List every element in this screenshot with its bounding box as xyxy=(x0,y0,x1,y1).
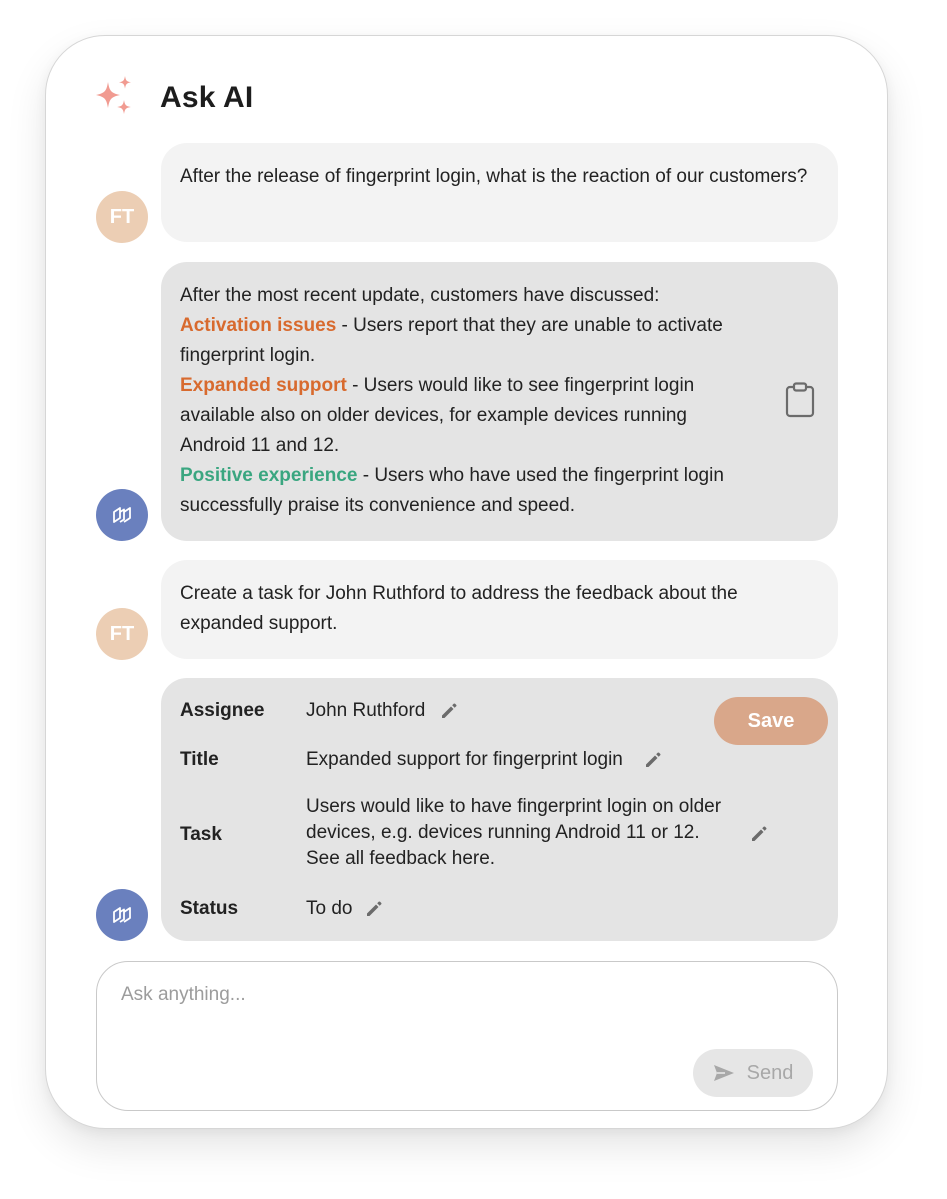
edit-pencil-icon[interactable] xyxy=(643,750,663,770)
ask-ai-panel: Ask AI After the release of fingerprint … xyxy=(45,35,888,1129)
user-message: Create a task for John Ruthford to addre… xyxy=(161,560,838,659)
send-button[interactable]: Send xyxy=(693,1049,813,1097)
assignee-label: Assignee xyxy=(180,700,265,721)
task-description: Users would like to have fingerprint log… xyxy=(306,796,722,869)
page-title: Ask AI xyxy=(160,81,254,114)
edit-pencil-icon[interactable] xyxy=(364,899,384,919)
ai-logo-icon xyxy=(113,507,131,523)
user-message: After the release of fingerprint login, … xyxy=(161,143,838,242)
user-message-text: After the release of fingerprint login, … xyxy=(180,166,808,187)
task-label: Task xyxy=(180,824,222,845)
ai-logo-icon xyxy=(113,907,131,923)
message-composer: Send xyxy=(96,961,838,1111)
ai-avatar xyxy=(96,489,148,541)
title-label: Title xyxy=(180,749,219,770)
avatar-initials: FT xyxy=(109,622,135,645)
send-icon xyxy=(713,1065,734,1081)
user-avatar: FT xyxy=(96,191,148,243)
user-message-text: Create a task for John Ruthford to addre… xyxy=(180,583,738,634)
assignee-name: John Ruthford xyxy=(306,700,426,721)
ai-item-title: Activation issues xyxy=(180,315,337,336)
ai-avatar xyxy=(96,889,148,941)
ai-list-item: Positive experience - Users who have use… xyxy=(180,461,740,521)
ai-intro: After the most recent update, customers … xyxy=(180,285,660,306)
ai-list-item: Activation issues - Users report that th… xyxy=(180,311,740,371)
ai-message: After the most recent update, customers … xyxy=(161,262,838,541)
task-status: To do xyxy=(306,898,353,919)
save-button[interactable]: Save xyxy=(714,697,828,745)
panel-header: Ask AI xyxy=(94,76,253,120)
clipboard-icon[interactable] xyxy=(784,382,816,418)
avatar-initials: FT xyxy=(109,205,135,228)
task-row-task: Task Users would like to have fingerprin… xyxy=(180,794,800,874)
edit-pencil-icon[interactable] xyxy=(749,824,769,844)
edit-pencil-icon[interactable] xyxy=(439,701,459,721)
ai-list-item: Expanded support - Users would like to s… xyxy=(180,371,740,461)
ai-item-title: Positive experience xyxy=(180,465,358,486)
ai-task-card: Assignee John Ruthford Title Expanded su… xyxy=(161,678,838,941)
title-value: Expanded support for fingerprint login xyxy=(306,745,663,775)
task-title: Expanded support for fingerprint login xyxy=(306,749,623,770)
user-avatar: FT xyxy=(96,608,148,660)
sparkles-icon xyxy=(96,76,131,114)
status-label: Status xyxy=(180,898,239,919)
send-label: Send xyxy=(746,1061,794,1084)
status-value: To do xyxy=(306,894,384,924)
ask-input[interactable] xyxy=(121,984,801,1006)
ai-item-title: Expanded support xyxy=(180,375,347,396)
ai-message-text: After the most recent update, customers … xyxy=(161,262,740,540)
assignee-value: John Ruthford xyxy=(306,696,459,726)
